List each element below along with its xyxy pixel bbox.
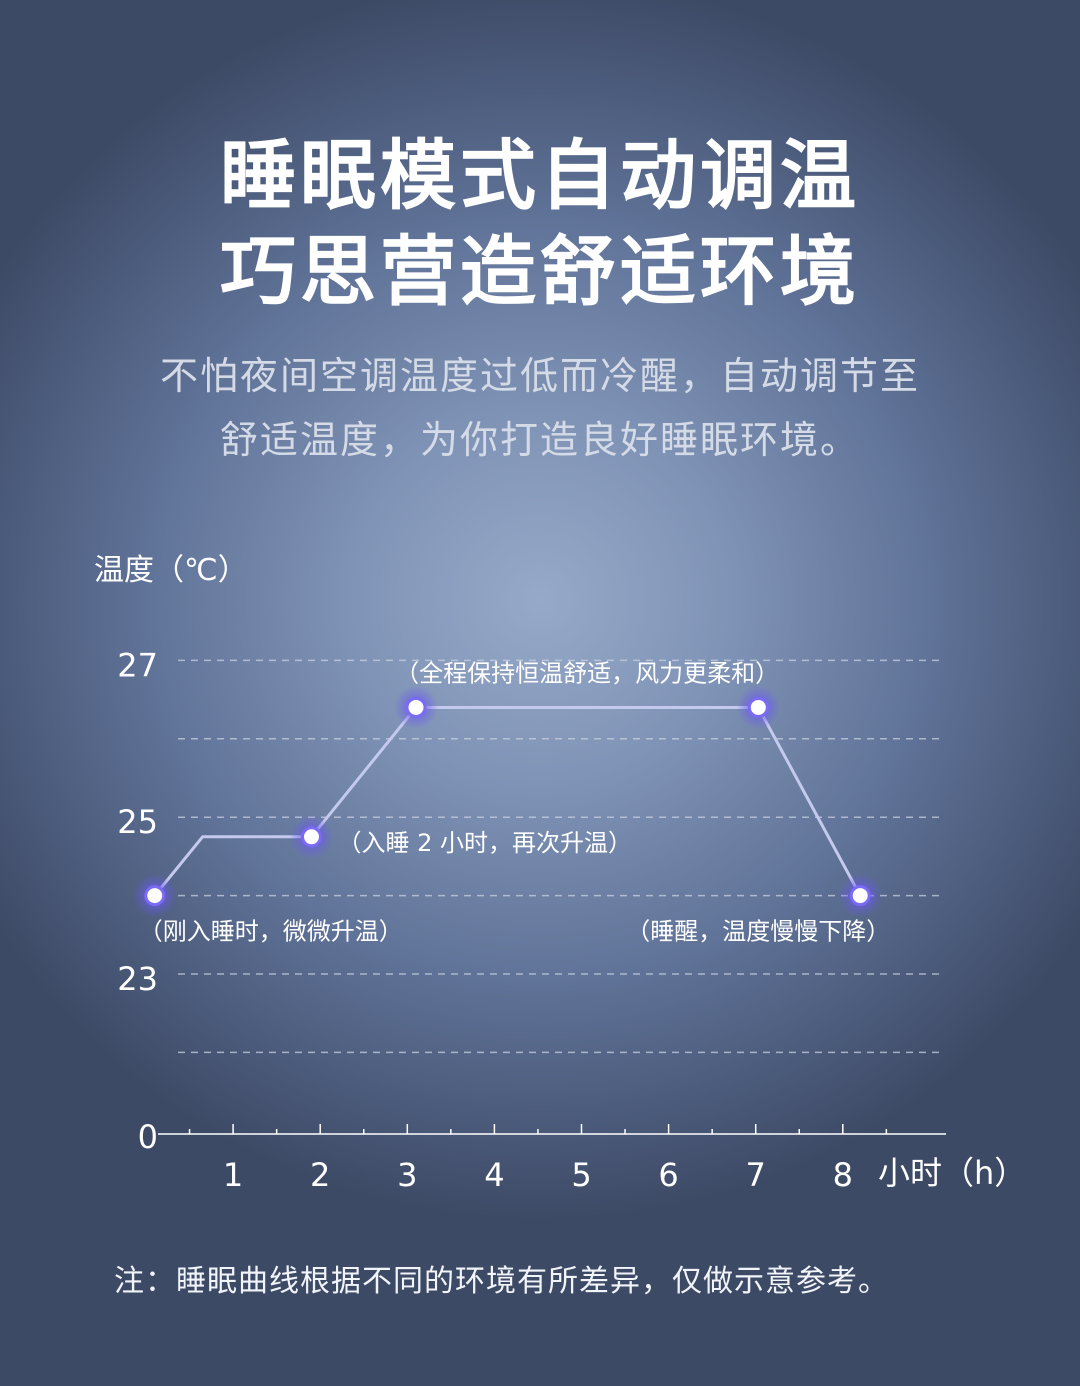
y-tick-label: 0 (138, 1118, 158, 1156)
x-tick-label: 6 (658, 1156, 678, 1194)
point-annotation: （入睡 2 小时，再次升温） (337, 829, 632, 857)
footnote: 注：睡眠曲线根据不同的环境有所差异，仅做示意参考。 (114, 1264, 889, 1299)
x-tick-label: 8 (833, 1156, 853, 1194)
x-tick-label: 4 (484, 1156, 504, 1194)
x-tick-label: 3 (397, 1156, 417, 1194)
x-tick-label: 5 (571, 1156, 591, 1194)
y-tick-label: 27 (117, 646, 158, 684)
x-axis-label: 小时（h） (878, 1154, 1026, 1192)
temperature-chart: 温度（℃） 小时（h） 1 2 3 4 5 6 7 80232527 （刚入睡时，微微升温）（… (94, 553, 1026, 1194)
x-tick-label: 2 (310, 1156, 330, 1194)
y-tick-label: 25 (117, 803, 158, 841)
point-annotation: （刚入睡时，微微升温） (139, 918, 403, 946)
x-tick-label: 7 (746, 1156, 766, 1194)
data-point (300, 826, 322, 848)
y-tick-label: 23 (117, 960, 158, 998)
data-point (144, 885, 166, 907)
temperature-line (153, 705, 862, 897)
x-tick-label: 1 (223, 1156, 243, 1194)
point-annotation: （睡醒，温度慢慢下降） (626, 918, 890, 946)
data-point (747, 696, 769, 718)
y-axis-label: 温度（℃） (94, 553, 248, 588)
data-point (849, 885, 871, 907)
data-point (405, 696, 427, 718)
plateau-annotation: （全程保持恒温舒适，风力更柔和） (395, 659, 779, 687)
